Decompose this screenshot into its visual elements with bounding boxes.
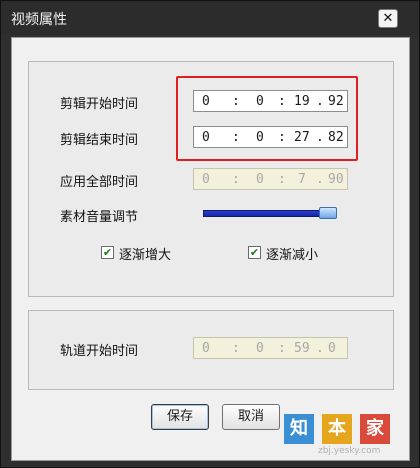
check-icon: ✔: [102, 246, 113, 259]
close-icon: ✕: [382, 11, 394, 26]
clip-end-label: 剪辑结束时间: [60, 133, 139, 148]
cancel-button[interactable]: 取消: [222, 404, 280, 430]
apply-all-input: 0 : 0 : 7 . 90: [193, 168, 348, 190]
track-start-seconds: 59: [294, 341, 310, 356]
site-watermark: 知 本 家 zbj.yesky.com: [284, 408, 409, 460]
highlight-annotation-box: [176, 76, 358, 161]
volume-label: 素材音量调节: [60, 210, 139, 225]
video-properties-dialog: 视频属性 ✕ 剪辑开始时间 0 : 0 : 19 . 92 剪辑结束时间 0 :…: [0, 0, 420, 468]
time-separator: .: [316, 172, 324, 187]
apply-all-frames: 90: [328, 172, 344, 187]
close-button[interactable]: ✕: [378, 9, 398, 28]
track-start-frames: 0: [328, 341, 336, 356]
time-separator: :: [232, 341, 240, 356]
watermark-char-2: 本: [322, 414, 352, 444]
time-separator: :: [278, 172, 286, 187]
fade-out-label[interactable]: 逐渐减小: [266, 244, 318, 263]
title-bar[interactable]: 视频属性 ✕: [1, 1, 419, 35]
track-start-hours: 0: [202, 341, 210, 356]
track-start-label: 轨道开始时间: [60, 344, 139, 359]
volume-slider-thumb[interactable]: [319, 207, 337, 219]
check-icon: ✔: [249, 246, 260, 259]
apply-all-minutes: 0: [256, 172, 264, 187]
watermark-char-1: 知: [284, 414, 314, 444]
fade-in-checkbox[interactable]: ✔: [101, 246, 114, 259]
apply-all-seconds: 7: [298, 172, 306, 187]
clip-start-label: 剪辑开始时间: [60, 97, 139, 112]
time-separator: .: [316, 341, 324, 356]
time-separator: :: [278, 341, 286, 356]
watermark-url: zbj.yesky.com: [318, 446, 381, 456]
dialog-body: 剪辑开始时间 0 : 0 : 19 . 92 剪辑结束时间 0 : 0 : 27…: [11, 37, 410, 461]
time-separator: :: [232, 172, 240, 187]
track-start-minutes: 0: [256, 341, 264, 356]
apply-all-label: 应用全部时间: [60, 175, 139, 190]
fade-in-label[interactable]: 逐渐增大: [119, 244, 171, 263]
fade-out-checkbox[interactable]: ✔: [248, 246, 261, 259]
volume-slider-track[interactable]: [203, 210, 337, 217]
apply-all-hours: 0: [202, 172, 210, 187]
track-start-input: 0 : 0 : 59 . 0: [193, 337, 348, 359]
watermark-char-3: 家: [360, 414, 390, 444]
window-title: 视频属性: [11, 12, 67, 28]
save-button[interactable]: 保存: [151, 404, 209, 430]
